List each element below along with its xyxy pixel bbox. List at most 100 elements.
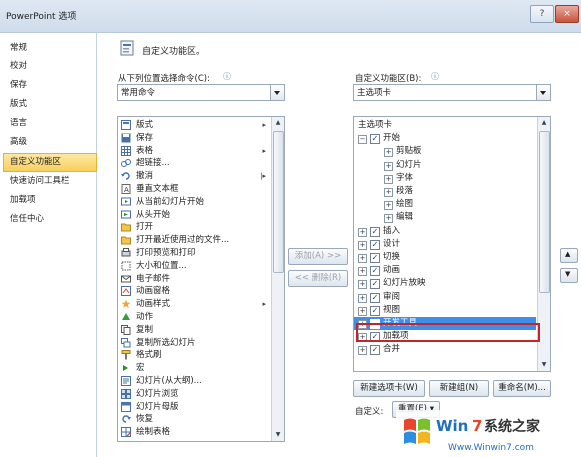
scroll-thumb[interactable] <box>539 131 550 293</box>
tree-item[interactable]: + ✓ 动画 <box>354 264 536 277</box>
tree-item[interactable]: + 段落 <box>354 185 536 198</box>
sidebar-item[interactable]: 自定义功能区 <box>3 153 97 172</box>
tree-item[interactable]: + ✓ 插入 <box>354 225 536 238</box>
expand-icon[interactable]: + <box>358 293 367 303</box>
tree-item[interactable]: − ✓ 开始 <box>354 132 536 145</box>
tree-item[interactable]: + ✓ 设计 <box>354 238 536 251</box>
command-item[interactable]: 格式刷 <box>118 349 270 362</box>
command-item[interactable]: 版式 ▸ <box>118 119 270 132</box>
sidebar-item[interactable]: 常规 <box>4 40 96 57</box>
remove-button[interactable]: << 删除(R) <box>288 270 348 287</box>
command-item[interactable]: 幻灯片母版 <box>118 401 270 414</box>
expand-icon[interactable]: + <box>384 161 393 171</box>
rename-button[interactable]: 重命名(M)... <box>493 380 551 397</box>
chevron-down-icon[interactable] <box>270 85 284 100</box>
sidebar-item[interactable]: 版式 <box>4 96 96 113</box>
command-item[interactable]: 保存 <box>118 132 270 145</box>
command-label: 幻灯片(从大纲)... <box>136 376 202 386</box>
tree-item[interactable]: + ✓ 合并 <box>354 343 536 356</box>
choose-commands-label: 从下列位置选择命令(C): <box>118 74 210 84</box>
command-item[interactable]: 打印预览和打印 <box>118 247 270 260</box>
tab-checkbox[interactable]: ✓ <box>370 226 380 237</box>
scroll-up-icon[interactable]: ▲ <box>540 119 548 127</box>
command-item[interactable]: 打开 <box>118 221 270 234</box>
command-item[interactable]: A 垂直文本框 <box>118 183 270 196</box>
command-item[interactable]: 宏 <box>118 362 270 375</box>
expand-icon[interactable]: + <box>358 306 367 316</box>
chevron-down-icon[interactable] <box>536 85 550 100</box>
command-item[interactable]: 绘制表格 <box>118 426 270 439</box>
tree-item[interactable]: + 绘图 <box>354 198 536 211</box>
tree-item[interactable]: + ✓ 审阅 <box>354 291 536 304</box>
move-down-button[interactable]: ▼ <box>560 268 578 283</box>
expand-icon[interactable]: + <box>384 201 393 211</box>
expand-icon[interactable]: + <box>358 280 367 290</box>
sidebar-item[interactable]: 信任中心 <box>4 211 96 228</box>
command-item[interactable]: 复制所选幻灯片 <box>118 337 270 350</box>
command-label: 超链接... <box>136 158 170 169</box>
tree-item[interactable]: + 编辑 <box>354 211 536 224</box>
command-item[interactable]: 电子邮件 <box>118 273 270 286</box>
tree-item[interactable]: + ✓ 视图 <box>354 304 536 317</box>
sidebar-item[interactable]: 高级 <box>4 134 96 151</box>
command-item[interactable]: 动画样式 ▸ <box>118 298 270 311</box>
tab-checkbox[interactable]: ✓ <box>370 253 380 263</box>
command-item[interactable]: 幻灯片浏览 <box>118 388 270 401</box>
command-item[interactable]: 表格 ▸ <box>118 145 270 158</box>
command-item[interactable]: 动画窗格 <box>118 285 270 298</box>
command-item[interactable]: 从当前幻灯片开始 <box>118 196 270 209</box>
expand-icon[interactable]: + <box>384 174 393 184</box>
command-item[interactable]: 撤消 |▸ <box>118 170 270 183</box>
command-item[interactable]: 大小和位置... <box>118 260 270 273</box>
tree-item[interactable]: + 字体 <box>354 172 536 185</box>
scroll-up-icon[interactable]: ▲ <box>274 119 282 127</box>
animation-style-icon <box>121 299 131 309</box>
scroll-down-icon[interactable]: ▼ <box>274 431 282 439</box>
tab-checkbox[interactable]: ✓ <box>370 345 380 356</box>
sidebar-item[interactable]: 快速访问工具栏 <box>4 173 96 190</box>
tree-item[interactable]: + 幻灯片 <box>354 159 536 172</box>
command-item[interactable]: 动作 <box>118 311 270 324</box>
ribbon-tabs-select[interactable]: 主选项卡 <box>353 84 551 101</box>
expand-icon[interactable]: + <box>384 188 393 197</box>
commands-scrollbar[interactable]: ▲ ▼ <box>271 117 284 441</box>
tree-item[interactable]: + 剪贴板 <box>354 145 536 158</box>
commands-list[interactable]: ▲ ▼ 版式 ▸ 保存 表格 ▸ 超链接... 撤消 |▸ A 垂直文本框 从当前幻灯片开始 从头开始… <box>117 116 285 442</box>
help-button[interactable]: ? <box>530 5 554 23</box>
add-button[interactable]: 添加(A) >> <box>288 248 348 265</box>
scroll-thumb[interactable] <box>273 131 284 273</box>
expand-icon[interactable]: + <box>358 254 367 263</box>
command-item[interactable]: 超链接... <box>118 157 270 170</box>
sidebar-item[interactable]: 加载项 <box>4 192 96 209</box>
expand-icon[interactable]: + <box>384 148 393 158</box>
tree-item[interactable]: 主选项卡 <box>354 119 536 132</box>
tab-checkbox[interactable]: ✓ <box>370 292 380 303</box>
expand-icon[interactable]: + <box>358 227 367 237</box>
sidebar-item[interactable]: 保存 <box>4 77 96 94</box>
command-item[interactable]: 打开最近使用过的文件... <box>118 234 270 247</box>
sidebar-item[interactable]: 语言 <box>4 115 96 132</box>
expand-icon[interactable]: + <box>358 267 367 277</box>
commands-source-select[interactable]: 常用命令 <box>117 84 285 101</box>
collapse-icon[interactable]: − <box>358 135 367 145</box>
tab-checkbox[interactable]: ✓ <box>370 305 380 316</box>
command-item[interactable]: 复制 <box>118 324 270 337</box>
tree-item[interactable]: + ✓ 切换 <box>354 251 536 264</box>
expand-icon[interactable]: + <box>384 214 393 224</box>
new-group-button[interactable]: 新建组(N) <box>429 380 489 397</box>
close-button[interactable]: × <box>555 5 579 23</box>
tab-checkbox[interactable]: ✓ <box>370 239 380 250</box>
command-item[interactable]: 幻灯片(从大纲)... <box>118 375 270 388</box>
expand-icon[interactable]: + <box>358 346 367 356</box>
move-up-button[interactable]: ▲ <box>560 248 578 263</box>
tab-checkbox[interactable]: ✓ <box>370 134 380 145</box>
expand-icon[interactable]: + <box>358 240 367 250</box>
tab-checkbox[interactable]: ✓ <box>370 266 380 277</box>
command-item[interactable]: 从头开始 <box>118 209 270 222</box>
tree-item[interactable]: + ✓ 幻灯片放映 <box>354 277 536 290</box>
tab-checkbox[interactable]: ✓ <box>370 279 380 290</box>
scroll-down-icon[interactable]: ▼ <box>540 361 548 369</box>
new-tab-button[interactable]: 新建选项卡(W) <box>353 380 425 397</box>
sidebar-item[interactable]: 校对 <box>4 58 96 75</box>
command-item[interactable]: 恢复 <box>118 413 270 426</box>
